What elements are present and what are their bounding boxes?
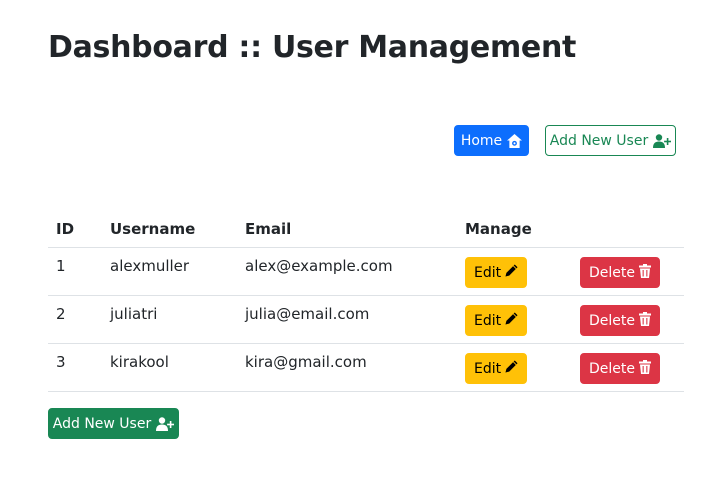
pencil-icon (505, 312, 518, 329)
table-row: 1 alexmuller alex@example.com Edit Delet… (48, 247, 684, 296)
cell-id: 2 (48, 295, 102, 344)
edit-button-label: Edit (474, 312, 502, 329)
page-title: Dashboard :: User Management (48, 30, 577, 65)
cell-id: 1 (48, 247, 102, 296)
users-table: ID Username Email Manage 1 alexmuller al… (48, 210, 684, 392)
add-new-user-button[interactable]: Add New User (545, 125, 676, 156)
trash-icon (639, 311, 651, 330)
delete-button-label: Delete (589, 360, 635, 377)
add-new-user-bottom-label: Add New User (52, 415, 152, 432)
table-row: 2 juliatri julia@email.com Edit Delete (48, 295, 684, 344)
edit-button[interactable]: Edit (465, 353, 528, 384)
edit-button-label: Edit (474, 360, 502, 377)
cell-username: kirakool (102, 343, 237, 392)
house-gear-icon (507, 133, 523, 148)
home-button-label: Home (460, 132, 503, 149)
edit-button[interactable]: Edit (465, 305, 528, 336)
header-manage: Manage (457, 210, 564, 248)
cell-id: 3 (48, 343, 102, 392)
header-actions (564, 210, 684, 248)
edit-button-label: Edit (474, 264, 502, 281)
header-id: ID (48, 210, 102, 248)
cell-edit: Edit (457, 247, 564, 296)
table-row: 3 kirakool kira@gmail.com Edit Delete (48, 343, 684, 392)
header-email: Email (237, 210, 457, 248)
pencil-icon (505, 264, 518, 281)
delete-button[interactable]: Delete (580, 305, 660, 336)
add-new-user-label: Add New User (549, 132, 649, 149)
person-plus-icon (653, 133, 672, 148)
add-new-user-bottom-button[interactable]: Add New User (48, 408, 179, 439)
delete-button[interactable]: Delete (580, 353, 660, 384)
cell-email: kira@gmail.com (237, 343, 457, 392)
cell-email: julia@email.com (237, 295, 457, 344)
cell-delete: Delete (564, 295, 684, 344)
pencil-icon (505, 360, 518, 377)
delete-button-label: Delete (589, 264, 635, 281)
cell-username: alexmuller (102, 247, 237, 296)
cell-email: alex@example.com (237, 247, 457, 296)
cell-edit: Edit (457, 295, 564, 344)
table-header-row: ID Username Email Manage (48, 210, 684, 248)
trash-icon (639, 263, 651, 282)
cell-username: juliatri (102, 295, 237, 344)
delete-button[interactable]: Delete (580, 257, 660, 288)
person-plus-icon (156, 416, 175, 431)
trash-icon (639, 359, 651, 378)
header-username: Username (102, 210, 237, 248)
home-button[interactable]: Home (454, 125, 529, 156)
delete-button-label: Delete (589, 312, 635, 329)
cell-edit: Edit (457, 343, 564, 392)
cell-delete: Delete (564, 247, 684, 296)
cell-delete: Delete (564, 343, 684, 392)
edit-button[interactable]: Edit (465, 257, 528, 288)
